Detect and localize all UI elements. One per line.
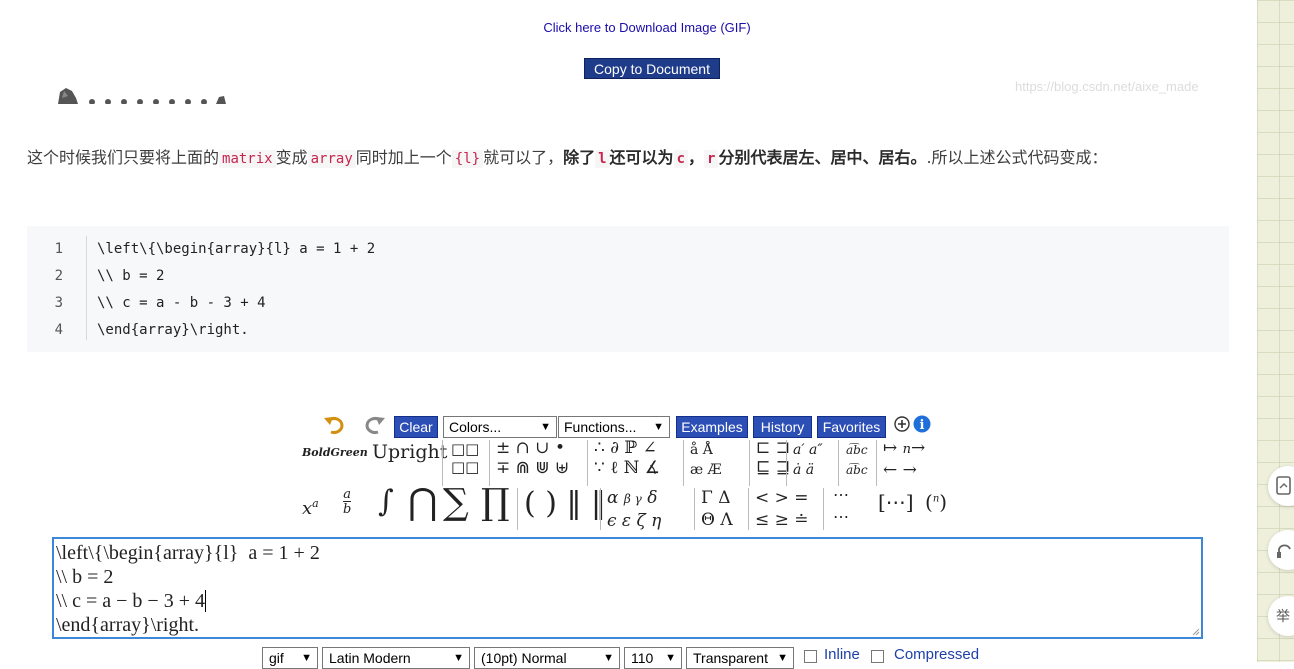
resize-handle-icon[interactable] xyxy=(1192,628,1200,636)
code-text: \left\{\begin{array}{l} a = 1 + 2 xyxy=(97,241,376,257)
size-select[interactable]: (10pt) Normal ▼ xyxy=(474,647,620,669)
accent-letters[interactable]: å Åæ Æ xyxy=(690,440,722,480)
sum-button[interactable]: ∑ xyxy=(443,482,469,523)
report-label: 举 xyxy=(1276,609,1290,625)
text-cursor xyxy=(204,590,206,612)
separator xyxy=(442,440,443,486)
integral-button[interactable]: ∫ xyxy=(378,484,394,519)
logic-symbols[interactable]: ∴ ∂ ℙ ∠ ∵ ℓ ℕ ∡ xyxy=(594,438,660,478)
colors-select[interactable]: Colors... ▼ xyxy=(443,416,557,438)
font-select[interactable]: Latin Modern ▼ xyxy=(322,647,470,669)
code-text: \\ b = 2 xyxy=(97,268,165,284)
line-number: 2 xyxy=(54,268,63,284)
separator xyxy=(600,488,601,530)
code-block: 1 \left\{\begin{array}{l} a = 1 + 2 2 \\… xyxy=(27,226,1229,352)
download-image-link[interactable]: Click here to Download Image (GIF) xyxy=(0,20,1294,35)
line-number: 1 xyxy=(54,241,63,257)
format-select[interactable]: gif ▼ xyxy=(262,647,318,669)
product-button[interactable]: ∏ xyxy=(481,482,510,523)
dropdown-arrow-icon: ▼ xyxy=(603,652,614,664)
dropdown-arrow-icon: ▼ xyxy=(665,652,676,664)
copy-to-document-button[interactable]: Copy to Document xyxy=(584,58,720,79)
editor-line: \\ c = a − b − 3 + 4 xyxy=(56,590,206,612)
inline-checkbox[interactable] xyxy=(804,650,817,663)
headset-icon xyxy=(1277,544,1291,558)
undo-icon[interactable] xyxy=(323,414,351,436)
greek-lowercase[interactable]: α β γ δϵ ε ζ η xyxy=(607,487,661,532)
brackets-button[interactable]: ( ) ‖ ‖ xyxy=(524,486,606,521)
inline-code: array xyxy=(307,150,356,168)
editor-line: \\ b = 2 xyxy=(56,566,114,588)
arrow-symbols[interactable]: ↦ n→ ← → xyxy=(883,438,925,480)
upright-font-button[interactable]: Upright xyxy=(372,441,447,463)
separator xyxy=(786,440,787,486)
inline-code: {l} xyxy=(451,150,484,168)
binomial-button[interactable]: (n) xyxy=(925,490,947,514)
box-layout-symbols[interactable]: □□ □□ xyxy=(451,440,479,476)
expand-icon[interactable] xyxy=(894,416,911,433)
fraction-button[interactable]: ab xyxy=(343,487,352,517)
prime-symbols[interactable]: a′ a″ ȧ ä xyxy=(793,440,823,480)
dpi-select[interactable]: 110 ▼ xyxy=(624,647,682,669)
dots-symbols[interactable]: ⋯ ⋯ xyxy=(833,484,849,528)
editor-line: \left\{\begin{array}{l} a = 1 + 2 xyxy=(56,542,320,564)
dropdown-arrow-icon: ▼ xyxy=(540,421,551,433)
dropdown-arrow-icon: ▼ xyxy=(653,421,664,433)
dropdown-arrow-icon: ▼ xyxy=(777,652,788,664)
matrix-button[interactable]: [⋯] xyxy=(878,490,914,514)
line-number: 3 xyxy=(54,295,63,311)
separator xyxy=(749,440,750,486)
inline-code: matrix xyxy=(219,150,276,168)
separator xyxy=(876,440,877,486)
rendered-formula-fragment xyxy=(56,88,231,104)
line-number: 4 xyxy=(54,322,63,338)
code-text: \\ c = a - b - 3 + 4 xyxy=(97,295,266,311)
code-line: 1 \left\{\begin{array}{l} a = 1 + 2 xyxy=(27,236,1229,263)
separator xyxy=(517,488,518,530)
code-line: 2 \\ b = 2 xyxy=(27,263,1229,290)
relation-symbols[interactable]: < > = ≤ ≥ ≐ xyxy=(755,487,809,531)
explanation-paragraph: 这个时候我们只要将上面的 matrix 变成 array 同时加上一个 {l} 就可以了，除… xyxy=(27,148,1108,168)
dropdown-arrow-icon: ▼ xyxy=(453,652,464,664)
inline-code: r xyxy=(704,150,719,168)
favorites-button[interactable]: Favorites xyxy=(817,416,886,438)
editor-line: \end{array}\right. xyxy=(56,614,200,636)
separator xyxy=(489,440,490,486)
superscript-button[interactable]: xa xyxy=(302,497,319,519)
inline-code: c xyxy=(673,150,688,168)
bold-text: 除了 l 还可以为 c， r 分别代表居左、居中、居右。 xyxy=(563,148,927,168)
separator xyxy=(823,488,824,530)
examples-button[interactable]: Examples xyxy=(676,416,748,438)
separator xyxy=(683,440,684,486)
dropdown-arrow-icon: ▼ xyxy=(301,652,312,664)
boldgreen-font-button[interactable]: BoldGreen xyxy=(302,446,368,459)
info-icon[interactable]: i xyxy=(913,415,932,434)
watermark-text: https://blog.csdn.net/aixe_made xyxy=(1015,79,1199,94)
redo-icon[interactable] xyxy=(360,414,388,436)
latex-editor-textarea[interactable]: \left\{\begin{array}{l} a = 1 + 2 \\ b =… xyxy=(52,537,1203,639)
history-button[interactable]: History xyxy=(753,416,812,438)
background-select[interactable]: Transparent ▼ xyxy=(686,647,794,669)
separator xyxy=(838,440,839,486)
big-cap-button[interactable]: ⋂ xyxy=(408,482,438,523)
greek-uppercase[interactable]: Γ ΔΘ Λ xyxy=(701,487,733,531)
code-line: 4 \end{array}\right. xyxy=(27,317,1229,344)
compressed-checkbox[interactable] xyxy=(871,650,884,663)
inline-code: l xyxy=(595,150,610,168)
code-line: 3 \\ c = a - b - 3 + 4 xyxy=(27,290,1229,317)
functions-select[interactable]: Functions... ▼ xyxy=(558,416,670,438)
compressed-label: Compressed xyxy=(894,646,980,663)
code-text: \end{array}\right. xyxy=(97,322,249,338)
separator xyxy=(694,488,695,530)
operator-symbols[interactable]: ± ∩ ∪ • ∓ ⋒ ⋓ ⊎ xyxy=(496,438,569,478)
svg-text:i: i xyxy=(920,418,925,433)
inline-label: Inline xyxy=(824,646,860,663)
separator xyxy=(587,440,588,486)
over-arc-symbols[interactable]: a͡bc a͡bc xyxy=(846,440,868,480)
document-icon xyxy=(1276,476,1291,495)
clear-button[interactable]: Clear xyxy=(394,416,438,438)
separator xyxy=(748,488,749,530)
